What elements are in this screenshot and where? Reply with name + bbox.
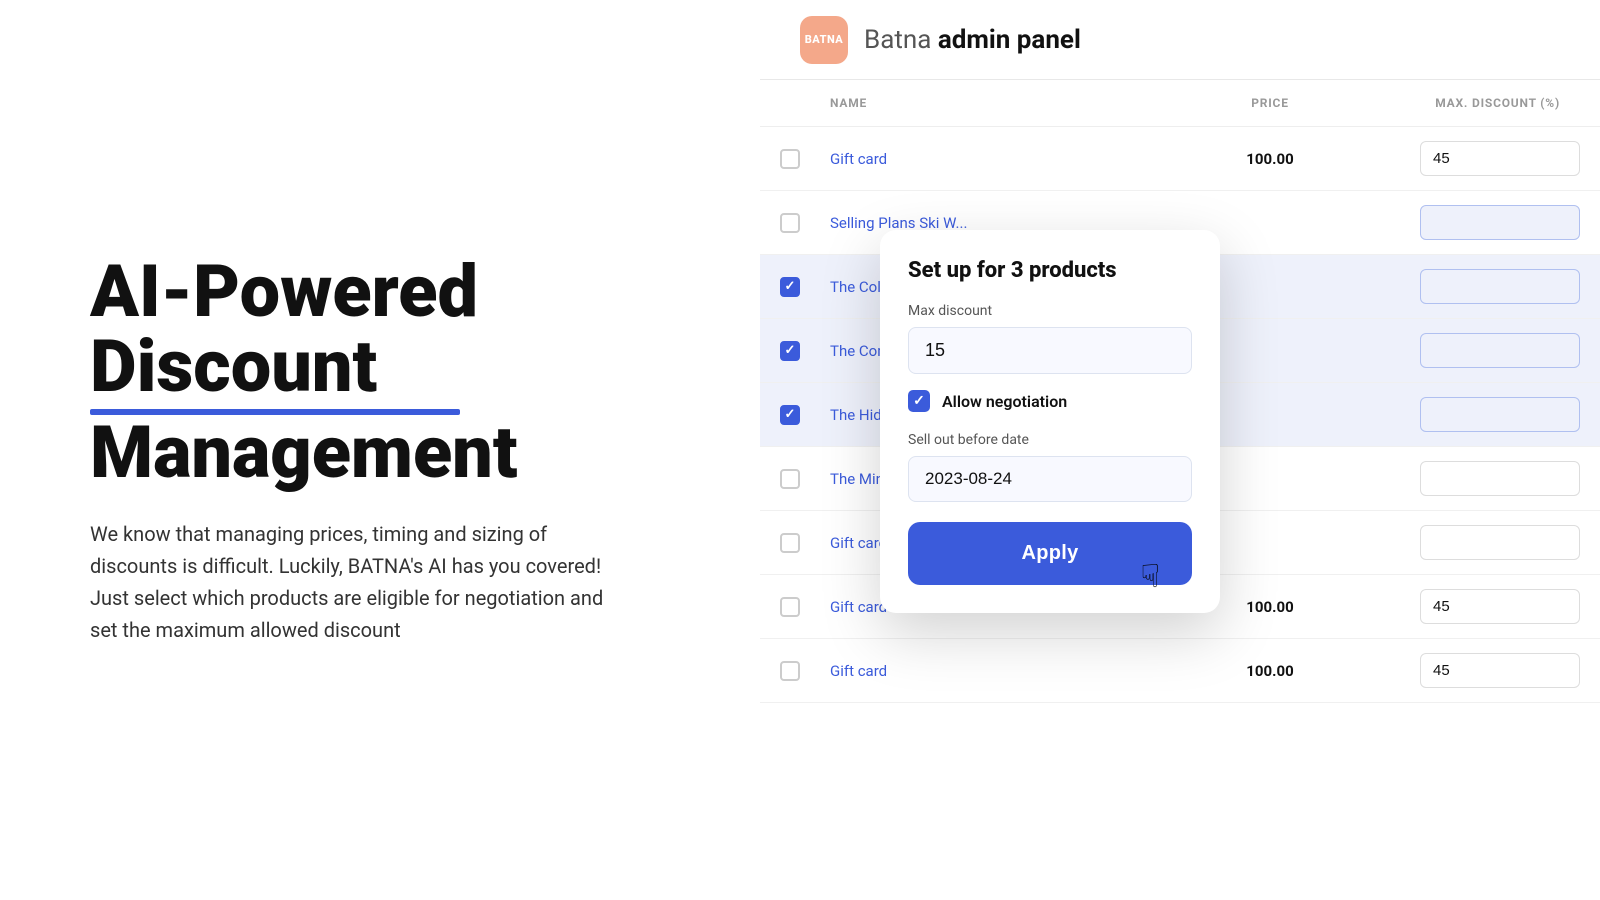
discount-input-1[interactable] — [1420, 141, 1580, 176]
discount-input-9[interactable] — [1420, 653, 1580, 688]
logo-badge: BATNA — [800, 16, 848, 64]
sell-out-date-input[interactable] — [908, 456, 1192, 502]
discount-input-8[interactable] — [1420, 589, 1580, 624]
admin-header: BATNA Batna admin panel — [760, 0, 1600, 80]
col-name: NAME — [830, 96, 1180, 110]
row-checkbox-6[interactable] — [780, 469, 800, 489]
headline-line3: Management — [90, 410, 518, 495]
modal-title: Set up for 3 products — [908, 258, 1192, 283]
product-link-9[interactable]: Gift card — [830, 662, 1180, 680]
table-header: NAME PRICE MAX. DISCOUNT (%) — [760, 80, 1600, 127]
allow-negotiation-row: Allow negotiation — [908, 390, 1192, 412]
col-discount: MAX. DISCOUNT (%) — [1360, 96, 1580, 110]
row-checkbox-9[interactable] — [780, 661, 800, 681]
row-checkbox-7[interactable] — [780, 533, 800, 553]
left-panel: AI-Powered Discount Management We know t… — [0, 0, 760, 900]
col-checkbox — [780, 96, 830, 110]
discount-input-5[interactable] — [1420, 397, 1580, 432]
row-checkbox-5[interactable] — [780, 405, 800, 425]
title-plain: Batna — [864, 25, 931, 55]
headline-line1: AI-Powered — [90, 249, 478, 334]
row-checkbox-2[interactable] — [780, 213, 800, 233]
discount-input-6[interactable] — [1420, 461, 1580, 496]
row-checkbox-8[interactable] — [780, 597, 800, 617]
discount-input-2[interactable] — [1420, 205, 1580, 240]
apply-button[interactable]: Apply — [908, 522, 1192, 585]
max-discount-input[interactable] — [908, 327, 1192, 374]
description-text: We know that managing prices, timing and… — [90, 518, 610, 646]
admin-title: Batna admin panel — [864, 25, 1081, 55]
allow-negotiation-checkbox[interactable] — [908, 390, 930, 412]
main-headline: AI-Powered Discount Management — [90, 254, 670, 491]
title-bold: admin panel — [938, 25, 1081, 55]
right-panel: BATNA Batna admin panel NAME PRICE MAX. … — [760, 0, 1600, 900]
discount-input-3[interactable] — [1420, 269, 1580, 304]
product-link-1[interactable]: Gift card — [830, 150, 1180, 168]
headline-line2: Discount — [90, 329, 670, 415]
discount-input-7[interactable] — [1420, 525, 1580, 560]
row-checkbox-4[interactable] — [780, 341, 800, 361]
row-checkbox-3[interactable] — [780, 277, 800, 297]
table-row: Gift card 100.00 — [760, 127, 1600, 191]
sell-out-label: Sell out before date — [908, 432, 1192, 448]
product-link-2[interactable]: Selling Plans Ski W... — [830, 214, 1180, 232]
table-row: Gift card 100.00 — [760, 639, 1600, 703]
row-checkbox-1[interactable] — [780, 149, 800, 169]
col-price: PRICE — [1180, 96, 1360, 110]
allow-negotiation-label: Allow negotiation — [942, 392, 1067, 411]
discount-input-4[interactable] — [1420, 333, 1580, 368]
price-val-1: 100.00 — [1180, 150, 1360, 168]
price-val-9: 100.00 — [1180, 662, 1360, 680]
max-discount-label: Max discount — [908, 303, 1192, 319]
modal-dialog: Set up for 3 products Max discount Allow… — [880, 230, 1220, 613]
